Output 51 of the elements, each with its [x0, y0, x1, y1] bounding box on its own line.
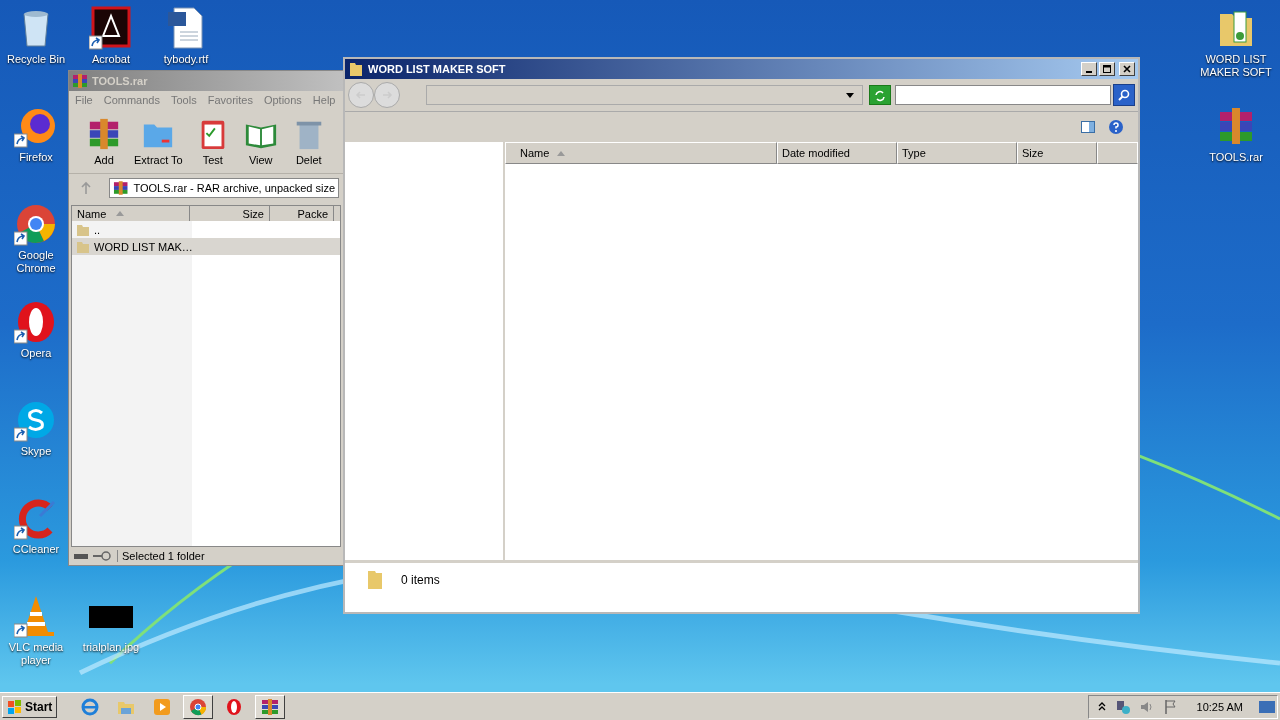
desktop-icon-label[interactable]: TOOLS.rar — [1209, 151, 1263, 164]
file-row[interactable]: .. — [72, 221, 340, 238]
show-desktop-icon[interactable] — [1259, 700, 1275, 713]
column-header[interactable]: Type — [897, 142, 1017, 164]
dropdown-caret-icon[interactable] — [845, 92, 854, 98]
toolbar-button[interactable]: Test — [191, 117, 234, 169]
window-title: WORD LIST MAKER SOFT — [368, 63, 506, 75]
address-field[interactable] — [426, 85, 863, 105]
search-field[interactable] — [894, 85, 1111, 105]
folder-icon — [76, 239, 90, 254]
address-field[interactable]: TOOLS.rar - RAR archive, unpacked size — [109, 178, 339, 198]
toolbar-button[interactable]: Add — [83, 117, 125, 169]
column-header[interactable]: Name — [505, 142, 777, 164]
network-icon[interactable] — [1114, 698, 1131, 715]
column-header[interactable]: Date modified — [777, 142, 897, 164]
folder-icon — [365, 569, 385, 591]
desktop-icon-label[interactable]: Opera — [20, 347, 52, 360]
toolbar-button[interactable]: Delet — [287, 117, 330, 169]
item-count: 0 items — [401, 573, 440, 587]
desktop-icon-label[interactable]: WORD LIST MAKER SOFT — [1194, 53, 1278, 79]
desktop-icon-label[interactable]: Skype — [20, 445, 52, 458]
acrobat-icon[interactable] — [89, 6, 133, 50]
clock[interactable]: 10:25 AM — [1196, 700, 1243, 713]
flag-icon[interactable] — [1162, 698, 1179, 715]
column-header[interactable]: Size — [1017, 142, 1097, 164]
desktop-icon-label[interactable]: Google Chrome — [3, 249, 69, 275]
desktop-icon-label[interactable]: tybody.rtf — [163, 53, 209, 66]
folder-icon — [76, 222, 90, 237]
sort-arrow-icon — [557, 150, 566, 156]
desktop-icon-label[interactable]: Firefox — [19, 151, 53, 164]
desktop-icon-label[interactable]: Acrobat — [92, 53, 130, 66]
folder-icon — [348, 61, 364, 77]
toolbar-button[interactable]: Extract To — [131, 117, 186, 169]
archive-icon — [113, 180, 129, 196]
chrome-icon[interactable] — [183, 694, 214, 719]
start-button[interactable]: Start — [2, 695, 58, 718]
archive-icon[interactable] — [255, 694, 286, 719]
file-row[interactable]: WORD LIST MAK… — [72, 238, 340, 255]
status-text: Selected 1 folder — [117, 550, 205, 562]
help-icon[interactable] — [1108, 119, 1124, 135]
column-header[interactable]: Packe — [270, 206, 334, 221]
desktop-icon-label[interactable]: Recycle Bin — [6, 53, 66, 66]
sort-arrow-icon — [116, 211, 125, 216]
window-title: TOOLS.rar — [92, 75, 148, 87]
chevron-up-icon[interactable] — [1096, 700, 1107, 713]
preview-pane-icon[interactable] — [1080, 119, 1096, 135]
chrome-icon[interactable] — [14, 202, 58, 246]
archive-icon — [72, 73, 88, 89]
toolbar-button[interactable]: View — [239, 117, 282, 169]
ccleaner-icon[interactable] — [14, 496, 58, 540]
drive-key-icon — [73, 550, 113, 562]
